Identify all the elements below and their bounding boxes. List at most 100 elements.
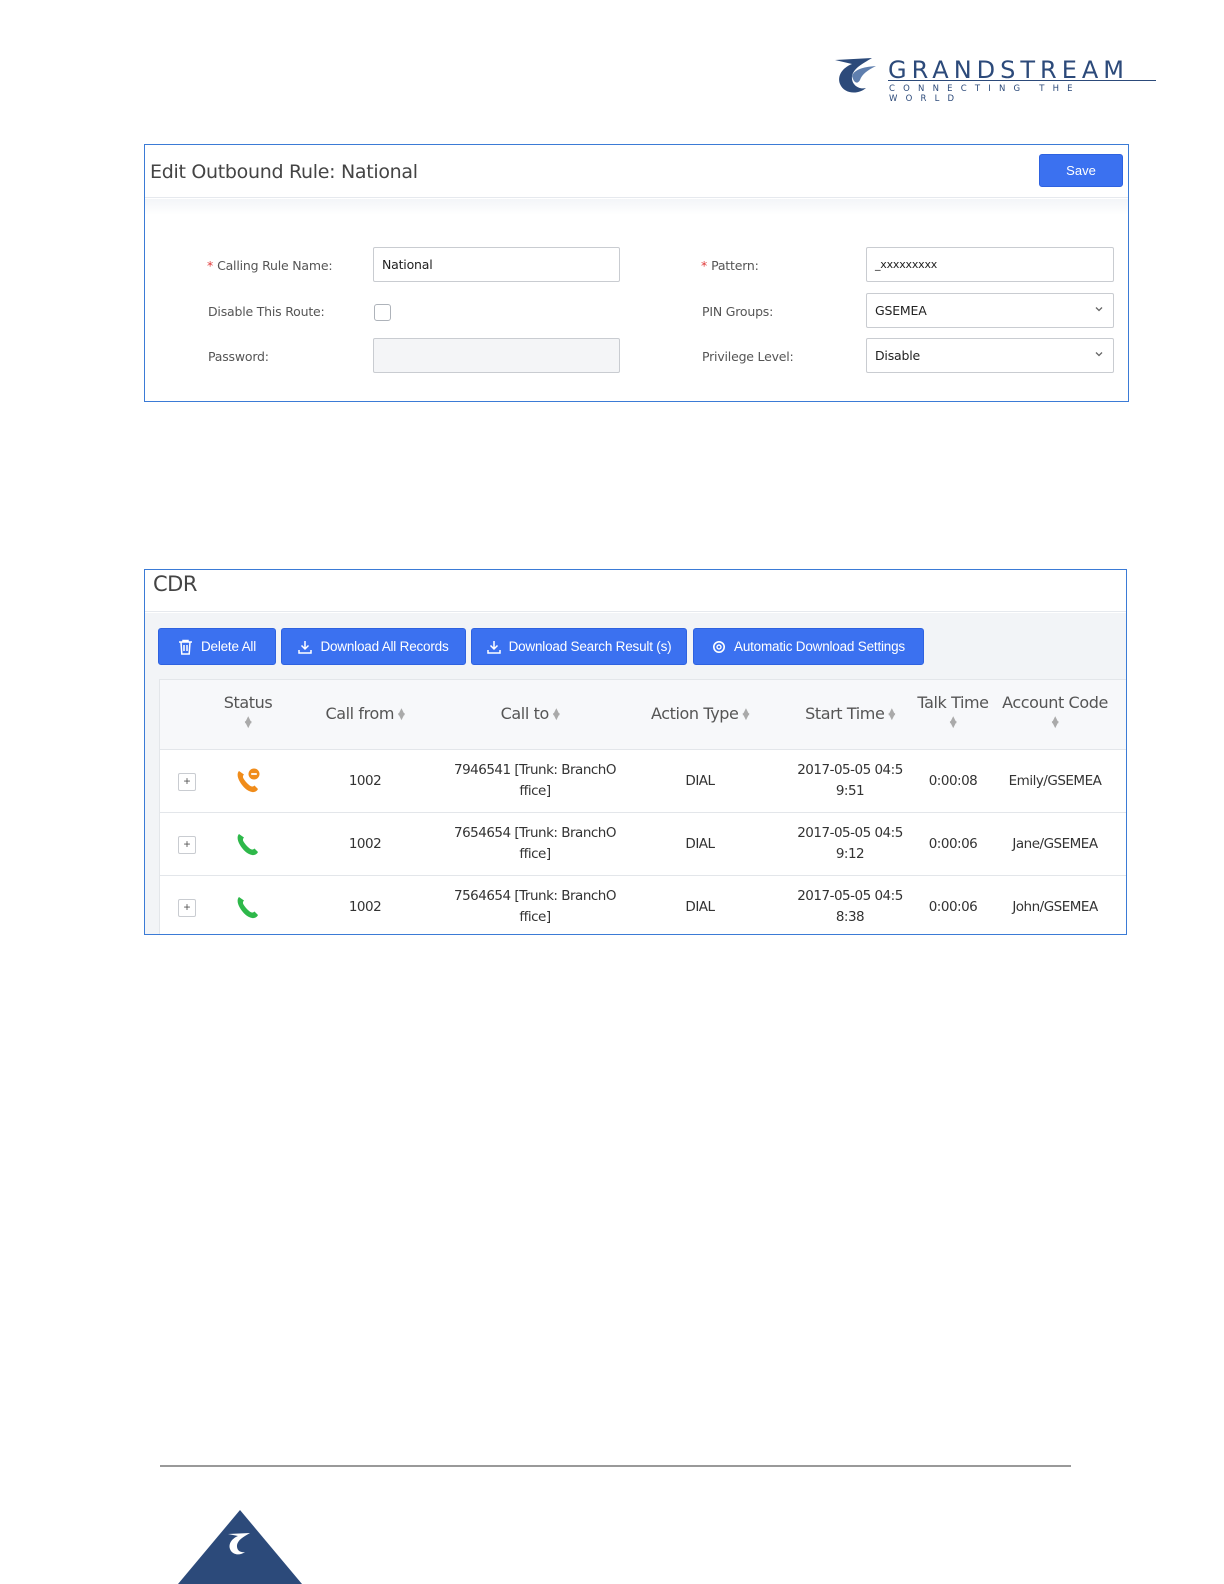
grandstream-logo: GRANDSTREAM CONNECTING THE WORLD: [832, 52, 1162, 104]
save-button[interactable]: Save: [1039, 154, 1123, 187]
start-time-cell: 2017-05-05 04:5 8:38: [790, 886, 910, 928]
sort-icon: ▲ ▼: [949, 715, 957, 730]
chevron-down-icon: [1095, 307, 1103, 312]
page-title: Edit Outbound Rule: National: [150, 161, 418, 183]
account-code-cell: Emily/GSEMEA: [1008, 773, 1102, 789]
account-code-cell: Jane/GSEMEA: [1012, 836, 1098, 852]
required-mark: *: [701, 258, 708, 273]
password-field[interactable]: [373, 338, 620, 373]
action-type-cell: DIAL: [685, 773, 715, 789]
call-from-cell: 1002: [348, 899, 382, 915]
column-status-label: Status: [223, 693, 273, 712]
pattern-label-text: Pattern:: [711, 258, 759, 273]
calling-rule-name-label: * Calling Rule Name:: [207, 258, 333, 273]
start-time-line: 2017-05-05 04:5: [797, 825, 903, 841]
pin-groups-label: PIN Groups:: [702, 304, 774, 319]
download-all-records-button[interactable]: Download All Records: [281, 628, 466, 665]
chevron-down-icon: [1095, 352, 1103, 357]
talk-time-cell: 0:00:06: [928, 836, 978, 852]
table-row[interactable]: + 1002 7946541 [Trunk: BranchO ffice] DI…: [160, 750, 1126, 813]
start-time-line: 2017-05-05 04:5: [797, 888, 903, 904]
cdr-table: Status ▲ ▼ Call from ▲ ▼ Call to ▲ ▼ Action T…: [159, 679, 1126, 934]
automatic-download-settings-button[interactable]: Automatic Download Settings: [693, 628, 924, 665]
sort-icon: ▲ ▼: [742, 706, 750, 722]
table-header: Status ▲ ▼ Call from ▲ ▼ Call to ▲ ▼ Action T…: [160, 680, 1126, 750]
download-icon: [486, 640, 501, 654]
gear-icon: [713, 640, 726, 653]
expand-row-button[interactable]: +: [178, 773, 196, 791]
sort-icon: ▲ ▼: [1051, 715, 1059, 730]
column-account-code[interactable]: Account Code ▲ ▼: [1000, 693, 1110, 730]
cdr-panel: CDR Delete All Download All Records Down…: [144, 569, 1127, 935]
disable-route-checkbox[interactable]: [374, 304, 391, 321]
calling-rule-name-label-text: Calling Rule Name:: [217, 258, 333, 273]
column-action-type[interactable]: Action Type ▲ ▼: [640, 704, 760, 723]
start-time-line: 8:38: [835, 909, 865, 925]
trash-icon: [178, 639, 192, 655]
required-mark: *: [207, 258, 214, 273]
call-to-line: ffice]: [519, 783, 551, 799]
password-label: Password:: [208, 349, 269, 364]
privilege-level-value: Disable: [875, 348, 920, 363]
panel-header: Edit Outbound Rule: National Save: [145, 145, 1128, 198]
grandstream-footer-logo-icon: [178, 1510, 302, 1584]
call-to-line: ffice]: [519, 846, 551, 862]
pattern-label: * Pattern:: [701, 258, 759, 273]
column-status[interactable]: Status ▲ ▼: [220, 693, 276, 730]
download-all-records-label: Download All Records: [320, 639, 449, 654]
call-to-cell: 7564654 [Trunk: BranchO ffice]: [440, 886, 630, 928]
call-to-line: 7564654 [Trunk: BranchO: [453, 888, 617, 904]
pattern-input[interactable]: _xxxxxxxxx: [866, 247, 1114, 282]
phone-missed-icon: [237, 768, 260, 793]
account-code-cell: John/GSEMEA: [1012, 899, 1098, 915]
call-to-cell: 7654654 [Trunk: BranchO ffice]: [440, 823, 630, 865]
column-call-to[interactable]: Call to ▲ ▼: [480, 704, 580, 723]
start-time-line: 9:51: [835, 783, 865, 799]
column-talk-time[interactable]: Talk Time ▲ ▼: [910, 693, 996, 730]
expand-row-button[interactable]: +: [178, 836, 196, 854]
privilege-level-label: Privilege Level:: [702, 349, 794, 364]
column-start-time-label: Start Time: [805, 704, 885, 723]
action-type-cell: DIAL: [685, 836, 715, 852]
call-from-cell: 1002: [348, 836, 382, 852]
column-call-from[interactable]: Call from ▲ ▼: [310, 704, 420, 723]
calling-rule-name-input[interactable]: National: [373, 247, 620, 282]
automatic-download-settings-label: Automatic Download Settings: [734, 639, 905, 654]
call-to-line: ffice]: [519, 909, 551, 925]
sort-icon: ▲ ▼: [552, 706, 560, 722]
cdr-header: CDR: [145, 570, 1126, 612]
download-search-result-label: Download Search Result (s): [508, 639, 672, 654]
phone-answered-icon: [237, 834, 258, 856]
cdr-title: CDR: [153, 572, 197, 596]
pin-groups-select[interactable]: GSEMEA: [866, 293, 1114, 328]
call-to-cell: 7946541 [Trunk: BranchO ffice]: [440, 760, 630, 802]
brand-tagline: CONNECTING THE WORLD: [889, 84, 1081, 104]
expand-row-button[interactable]: +: [178, 899, 196, 917]
column-call-from-label: Call from: [325, 704, 395, 723]
start-time-cell: 2017-05-05 04:5 9:12: [790, 823, 910, 865]
column-action-type-label: Action Type: [650, 704, 739, 723]
sort-icon: ▲ ▼: [244, 715, 252, 730]
header-shadow: [145, 199, 1128, 215]
talk-time-cell: 0:00:08: [928, 773, 978, 789]
call-from-cell: 1002: [348, 773, 382, 789]
start-time-cell: 2017-05-05 04:5 9:51: [790, 760, 910, 802]
pin-groups-value: GSEMEA: [875, 303, 927, 318]
footer-divider: [160, 1465, 1071, 1467]
delete-all-label: Delete All: [200, 639, 257, 654]
start-time-line: 2017-05-05 04:5: [797, 762, 903, 778]
delete-all-button[interactable]: Delete All: [158, 628, 276, 665]
privilege-level-select[interactable]: Disable: [866, 338, 1114, 373]
table-row[interactable]: + 1002 7564654 [Trunk: BranchO ffice] DI…: [160, 876, 1126, 934]
column-talk-time-label: Talk Time: [917, 693, 989, 712]
start-time-line: 9:12: [835, 846, 865, 862]
column-call-to-label: Call to: [500, 704, 550, 723]
table-row[interactable]: + 1002 7654654 [Trunk: BranchO ffice] DI…: [160, 813, 1126, 876]
call-to-line: 7654654 [Trunk: BranchO: [453, 825, 617, 841]
download-search-result-button[interactable]: Download Search Result (s): [471, 628, 687, 665]
grandstream-logo-icon: [835, 58, 876, 93]
column-start-time[interactable]: Start Time ▲ ▼: [790, 704, 910, 723]
sort-icon: ▲ ▼: [398, 706, 405, 722]
phone-answered-icon: [237, 897, 258, 919]
sort-icon: ▲ ▼: [888, 706, 895, 722]
